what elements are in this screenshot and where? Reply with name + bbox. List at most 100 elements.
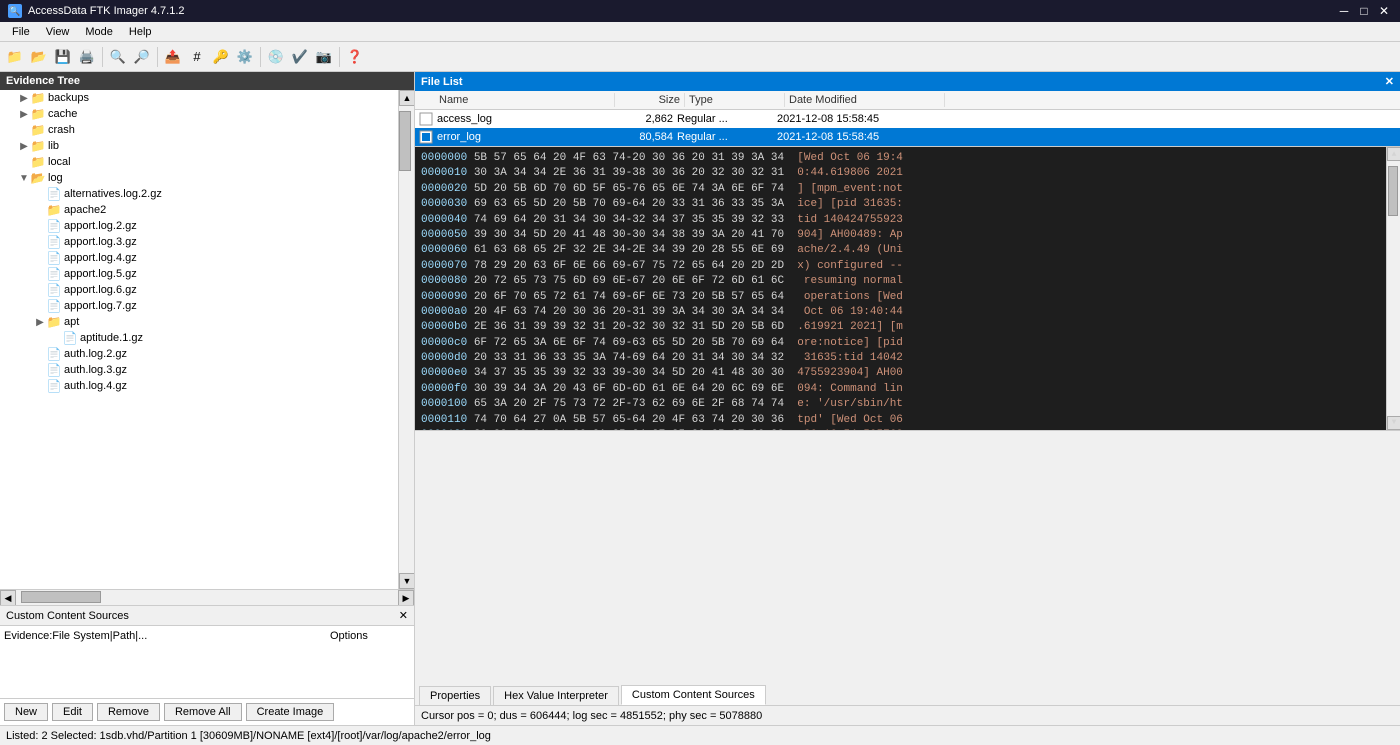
hscroll-thumb[interactable] [21, 591, 101, 603]
menu-view[interactable]: View [38, 24, 78, 40]
custom-sources-close[interactable]: ✕ [399, 609, 408, 622]
tree-node-apache2[interactable]: 📁 apache2 [0, 202, 398, 218]
tb-hash[interactable]: # [186, 46, 208, 68]
scroll-track [399, 106, 414, 573]
folder-icon: 📁 [46, 203, 62, 217]
tree-node-auth3[interactable]: 📄 auth.log.3.gz [0, 362, 398, 378]
file-date-access: 2021-12-08 15:58:45 [777, 113, 937, 125]
file-list-header: File List ✕ [415, 72, 1400, 91]
hex-line: 0000030 69 63 65 5D 20 5B 70 69-64 20 33… [421, 197, 1394, 212]
edit-button[interactable]: Edit [52, 703, 93, 721]
tree-label: alternatives.log.2.gz [64, 188, 162, 200]
cursor-status: Cursor pos = 0; dus = 606444; log sec = … [415, 705, 1400, 725]
hscroll-right-btn[interactable]: ▶ [398, 590, 414, 605]
tree-vscrollbar[interactable]: ▲ ▼ [398, 90, 414, 589]
cursor-status-text: Cursor pos = 0; dus = 606444; log sec = … [421, 710, 762, 722]
hex-line: 00000a0 20 4F 63 74 20 30 36 20-31 39 3A… [421, 305, 1394, 320]
titlebar-controls[interactable]: ─ □ ✕ [1336, 4, 1392, 18]
tree-node-apt[interactable]: ▶ 📁 apt [0, 314, 398, 330]
expand-icon[interactable]: ▶ [34, 317, 46, 328]
hex-scroll-thumb[interactable] [1388, 166, 1398, 216]
close-button[interactable]: ✕ [1376, 4, 1392, 18]
minimize-button[interactable]: ─ [1336, 4, 1352, 18]
remove-button[interactable]: Remove [97, 703, 160, 721]
tree-node-log[interactable]: ▼ 📂 log [0, 170, 398, 186]
file-icon: 📄 [46, 363, 62, 377]
tree-node-apport5[interactable]: 📄 apport.log.5.gz [0, 266, 398, 282]
tree-node-crash[interactable]: 📁 crash [0, 122, 398, 138]
tree-node-apport3[interactable]: 📄 apport.log.3.gz [0, 234, 398, 250]
tree-node-apport6[interactable]: 📄 apport.log.6.gz [0, 282, 398, 298]
file-icon: 📄 [46, 267, 62, 281]
file-icon: 📄 [46, 347, 62, 361]
tb-find-next[interactable]: 🔎 [131, 46, 153, 68]
hex-scroll-up[interactable]: ▲ [1387, 147, 1400, 161]
expand-icon[interactable]: ▶ [18, 141, 30, 152]
tree-node-local[interactable]: 📁 local [0, 154, 398, 170]
tree-node-backups[interactable]: ▶ 📁 backups [0, 90, 398, 106]
tabs-bar: Properties Hex Value Interpreter Custom … [415, 430, 1400, 706]
scroll-up-btn[interactable]: ▲ [399, 90, 414, 106]
file-icon: 📄 [46, 187, 62, 201]
tb-add-evidence[interactable]: 📁 [4, 46, 26, 68]
tab-custom-sources[interactable]: Custom Content Sources [621, 685, 766, 705]
tree-node-apport7[interactable]: 📄 apport.log.7.gz [0, 298, 398, 314]
hex-scroll-down[interactable]: ▼ [1387, 416, 1400, 430]
hex-content: 0000000 5B 57 65 64 20 4F 63 74-20 30 36… [421, 151, 1394, 430]
tree-node-cache[interactable]: ▶ 📁 cache [0, 106, 398, 122]
tree-node-aptitude[interactable]: 📄 aptitude.1.gz [0, 330, 398, 346]
tree-node-apport4[interactable]: 📄 apport.log.4.gz [0, 250, 398, 266]
file-row-error-log[interactable]: error_log 80,584 Regular ... 2021-12-08 … [415, 128, 1400, 146]
file-list-title: File List [421, 76, 463, 88]
tb-about[interactable]: ❓ [344, 46, 366, 68]
tree-node-alternatives[interactable]: 📄 alternatives.log.2.gz [0, 186, 398, 202]
tb-export[interactable]: 📤 [162, 46, 184, 68]
hex-viewer[interactable]: 0000000 5B 57 65 64 20 4F 63 74-20 30 36… [415, 147, 1400, 430]
tb-capture[interactable]: 📷 [313, 46, 335, 68]
hex-vscrollbar[interactable]: ▲ ▼ [1386, 147, 1400, 430]
toolbar-sep-4 [339, 47, 340, 67]
menu-mode[interactable]: Mode [77, 24, 121, 40]
file-date-error: 2021-12-08 15:58:45 [777, 131, 937, 143]
tb-remove-evidence[interactable]: 📂 [28, 46, 50, 68]
tb-image[interactable]: 💿 [265, 46, 287, 68]
scroll-down-btn[interactable]: ▼ [399, 573, 414, 589]
tree-label: auth.log.3.gz [64, 364, 127, 376]
tb-find[interactable]: 🔍 [107, 46, 129, 68]
tb-print[interactable]: 🖨️ [76, 46, 98, 68]
tree-node-auth4[interactable]: 📄 auth.log.4.gz [0, 378, 398, 394]
folder-icon: 📁 [30, 139, 46, 153]
menu-help[interactable]: Help [121, 24, 160, 40]
expand-icon[interactable]: ▶ [18, 109, 30, 120]
file-list-close[interactable]: ✕ [1385, 75, 1394, 88]
menu-file[interactable]: File [4, 24, 38, 40]
evidence-tree-title: Evidence Tree [6, 75, 80, 87]
tab-properties[interactable]: Properties [419, 686, 491, 705]
scroll-thumb[interactable] [399, 111, 411, 171]
file-row-access-log[interactable]: access_log 2,862 Regular ... 2021-12-08 … [415, 110, 1400, 128]
toolbar-sep-2 [157, 47, 158, 67]
tree-label: apport.log.7.gz [64, 300, 137, 312]
hscroll-left-btn[interactable]: ◀ [0, 590, 16, 605]
col-name-header: Name [435, 93, 615, 107]
tb-decrypt[interactable]: 🔑 [210, 46, 232, 68]
tb-options[interactable]: ⚙️ [234, 46, 256, 68]
expand-icon[interactable]: ▼ [18, 173, 30, 184]
checkbox-selected-icon [419, 130, 433, 144]
tree-label: apport.log.6.gz [64, 284, 137, 296]
tree-node-lib[interactable]: ▶ 📁 lib [0, 138, 398, 154]
maximize-button[interactable]: □ [1356, 4, 1372, 18]
expand-icon[interactable]: ▶ [18, 93, 30, 104]
tb-verify[interactable]: ✔️ [289, 46, 311, 68]
tab-hex-interpreter[interactable]: Hex Value Interpreter [493, 686, 619, 705]
create-image-button[interactable]: Create Image [246, 703, 335, 721]
tree-node-auth2[interactable]: 📄 auth.log.2.gz [0, 346, 398, 362]
col-date-header: Date Modified [785, 93, 945, 107]
tree-node-apport2[interactable]: 📄 apport.log.2.gz [0, 218, 398, 234]
file-icon: 📄 [62, 331, 78, 345]
file-name-access: access_log [437, 113, 607, 125]
new-button[interactable]: New [4, 703, 48, 721]
tb-save[interactable]: 💾 [52, 46, 74, 68]
tree-scroll-content[interactable]: ▶ 📁 backups ▶ 📁 cache 📁 crash [0, 90, 398, 589]
remove-all-button[interactable]: Remove All [164, 703, 242, 721]
